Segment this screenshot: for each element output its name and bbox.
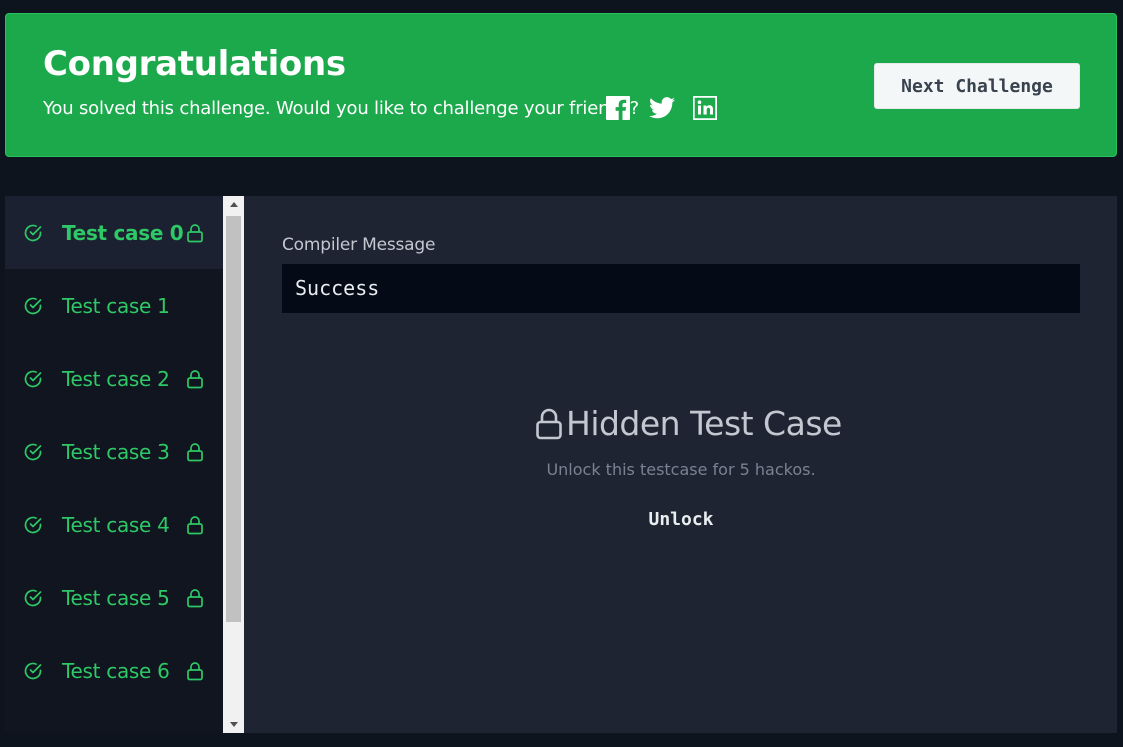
scroll-up-arrow-icon[interactable] (223, 196, 244, 213)
sidebar-item-test-case-4[interactable]: Test case 4 (5, 488, 223, 561)
test-case-label: Test case 6 (62, 658, 170, 683)
lock-icon (186, 369, 204, 389)
sidebar-item-test-case-5[interactable]: Test case 5 (5, 561, 223, 634)
check-circle-icon (23, 588, 43, 608)
sidebar-item-test-case-0[interactable]: Test case 0 (5, 196, 223, 269)
check-circle-icon (23, 661, 43, 681)
test-case-label: Test case 0 (62, 220, 184, 245)
lock-icon (186, 223, 204, 243)
linkedin-icon[interactable] (693, 96, 717, 120)
next-challenge-button[interactable]: Next Challenge (874, 63, 1080, 109)
hidden-test-case-description: Unlock this testcase for 5 hackos. (546, 460, 816, 479)
sidebar-scrollbar[interactable] (223, 196, 244, 733)
test-case-label: Test case 4 (62, 512, 170, 537)
lock-icon (186, 588, 204, 608)
check-circle-icon (23, 442, 43, 462)
hidden-test-case-title: Hidden Test Case (535, 404, 842, 443)
sidebar-item-test-case-1[interactable]: Test case 1 (5, 269, 223, 342)
compiler-output: Success (282, 264, 1080, 313)
test-results-panel: Test case 0 Test case 1 Test case 2 Test ca… (5, 196, 1117, 733)
success-banner: Congratulations You solved this challeng… (5, 13, 1117, 157)
sidebar-item-test-case-2[interactable]: Test case 2 (5, 342, 223, 415)
twitter-icon[interactable] (649, 96, 675, 120)
test-case-label: Test case 5 (62, 585, 170, 610)
check-circle-icon (23, 369, 43, 389)
check-circle-icon (23, 223, 43, 243)
lock-icon (186, 515, 204, 535)
hidden-test-case-label: Hidden Test Case (566, 404, 842, 443)
scrollbar-thumb[interactable] (226, 216, 241, 622)
test-case-label: Test case 3 (62, 439, 170, 464)
sidebar-item-test-case-3[interactable]: Test case 3 (5, 415, 223, 488)
test-case-label: Test case 1 (62, 293, 170, 318)
lock-icon (186, 661, 204, 681)
banner-title: Congratulations (43, 44, 346, 84)
unlock-button[interactable]: Unlock (625, 509, 737, 530)
compiler-message-label: Compiler Message (282, 235, 436, 255)
test-case-label: Test case 2 (62, 366, 170, 391)
banner-subtitle: You solved this challenge. Would you lik… (43, 98, 640, 119)
test-case-sidebar: Test case 0 Test case 1 Test case 2 Test ca… (5, 196, 223, 733)
check-circle-icon (23, 296, 43, 316)
check-circle-icon (23, 515, 43, 535)
facebook-icon[interactable] (606, 96, 630, 120)
sidebar-item-test-case-6[interactable]: Test case 6 (5, 634, 223, 707)
lock-icon (535, 408, 563, 440)
lock-icon (186, 442, 204, 462)
scroll-down-arrow-icon[interactable] (223, 716, 244, 733)
